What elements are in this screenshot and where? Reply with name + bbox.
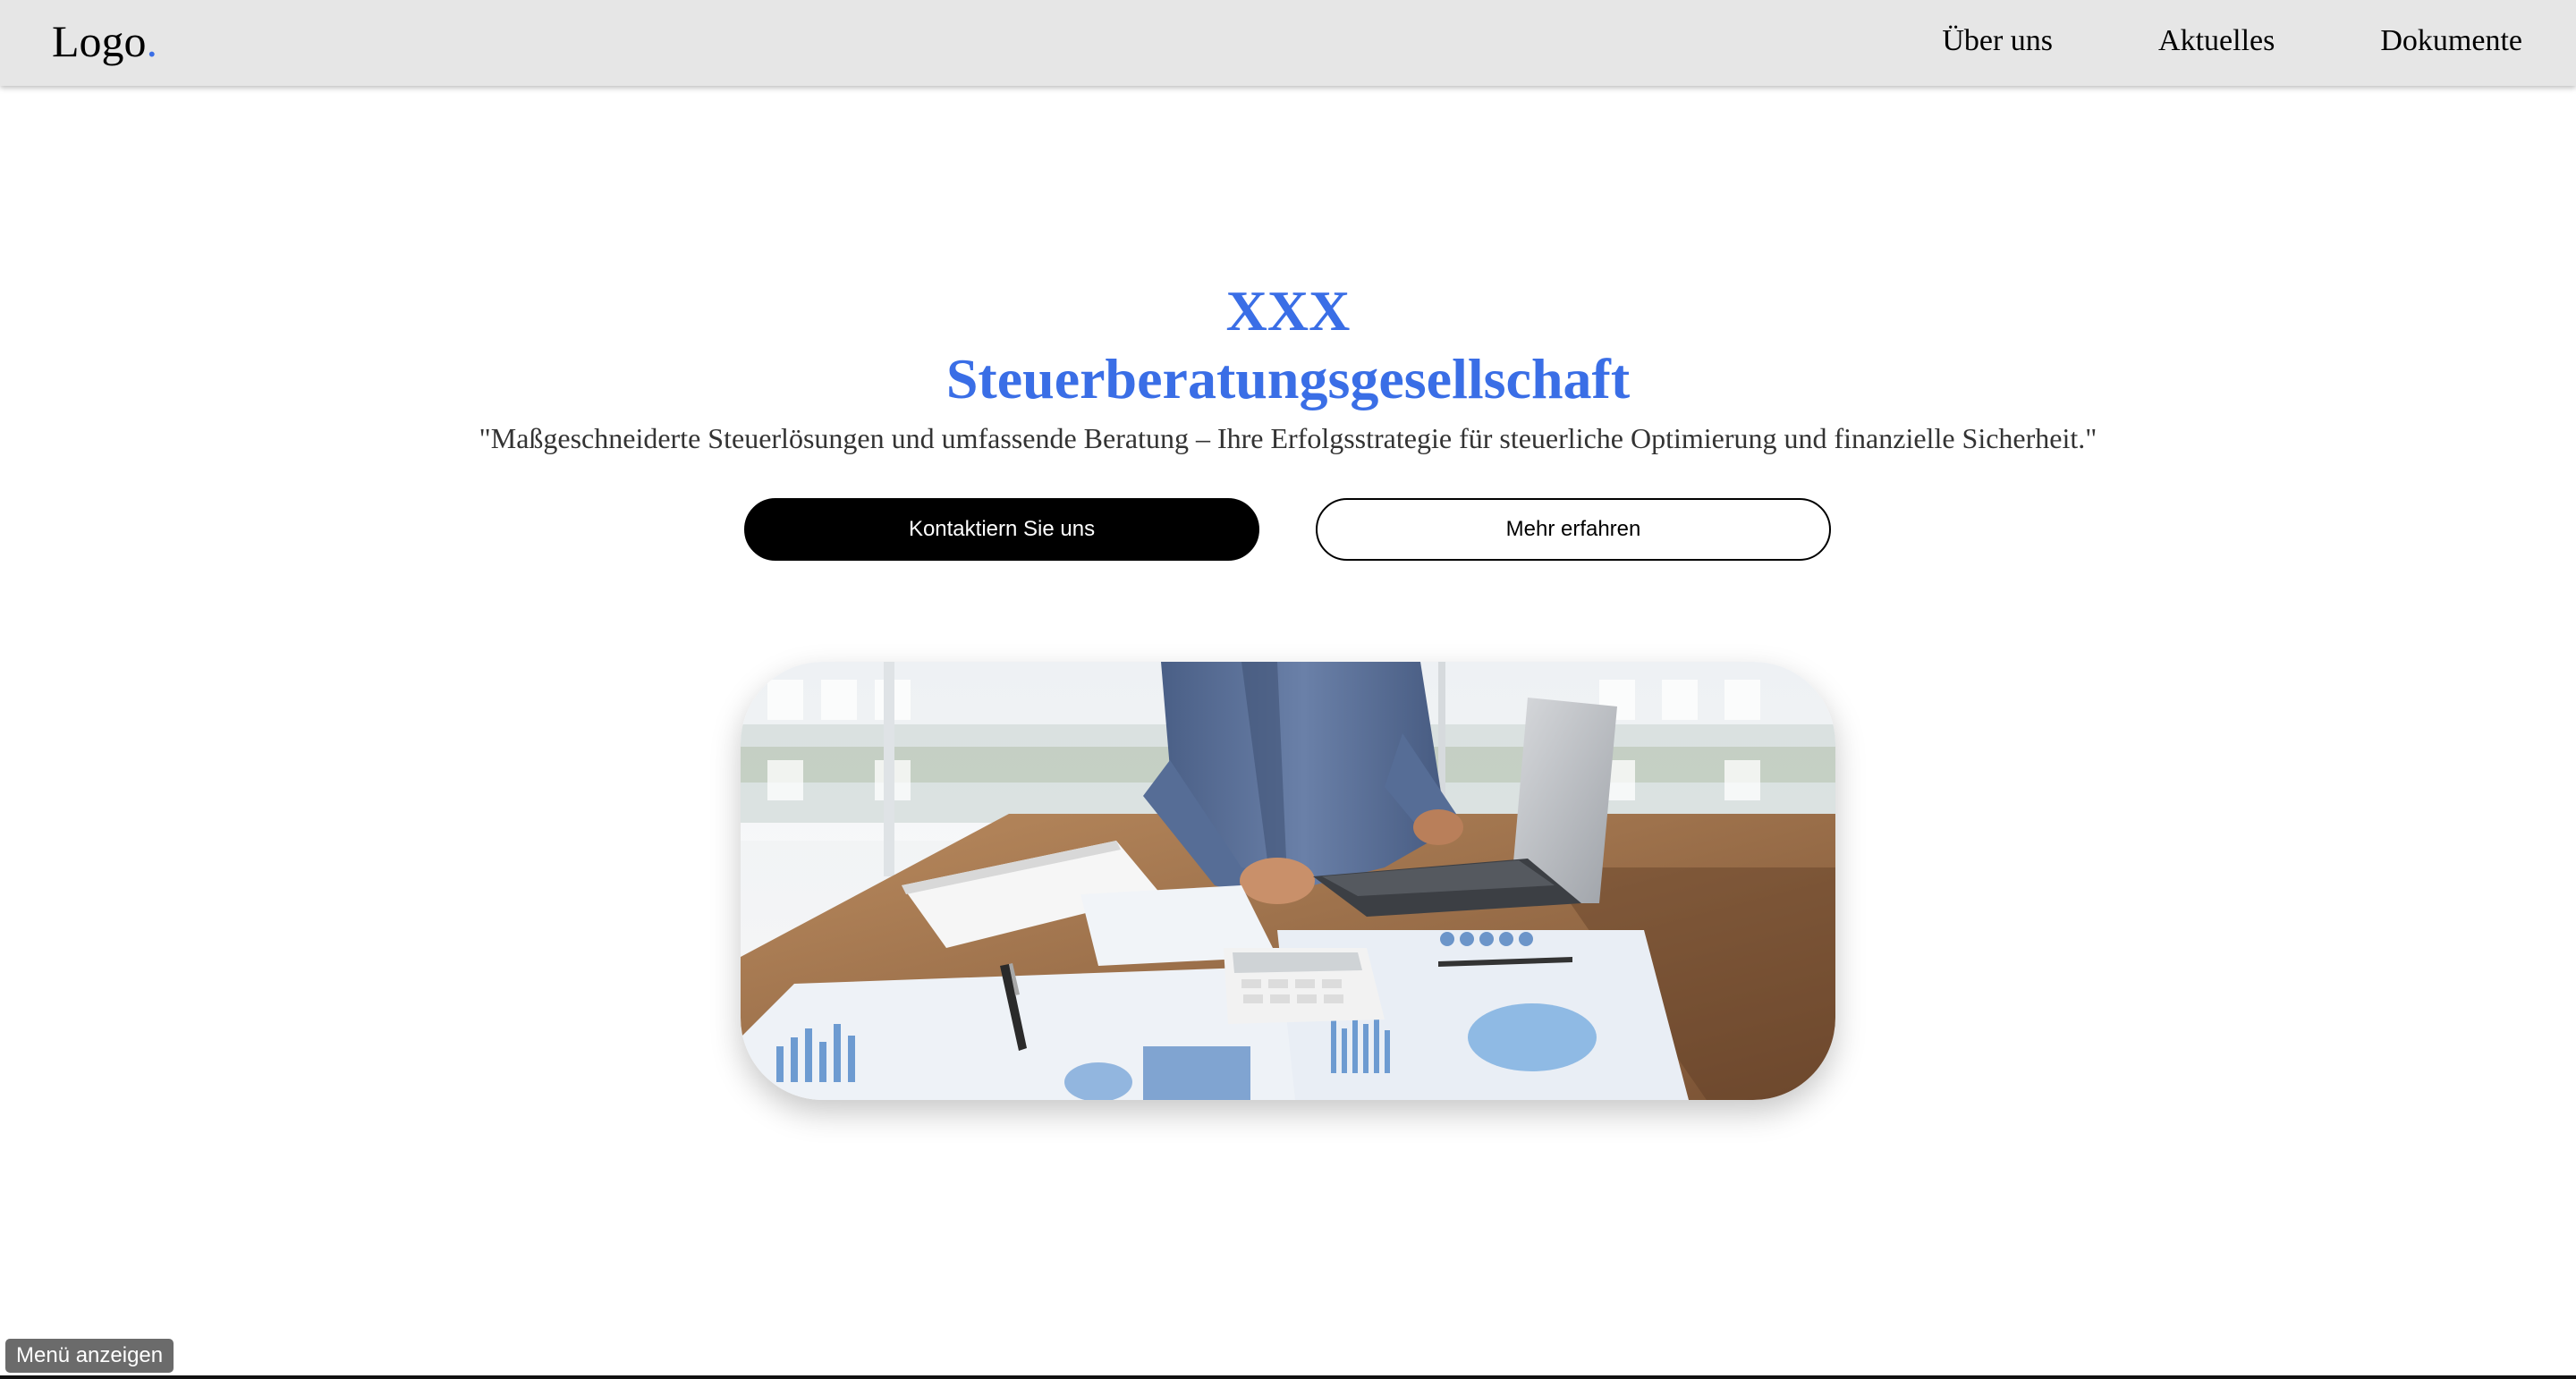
main-nav: Über uns Aktuelles Dokumente <box>1942 21 2522 61</box>
hero-title-line1: XXX <box>1225 279 1351 343</box>
hero-title-line2: Steuerberatungsgesellschaft <box>945 347 1631 410</box>
hero-subtitle: "Maßgeschneiderte Steuerlösungen und umf… <box>479 422 2097 454</box>
logo-text: Logo <box>52 16 147 66</box>
bottom-divider <box>0 1375 2576 1379</box>
contact-button[interactable]: Kontaktiern Sie uns <box>744 498 1259 561</box>
logo-dot: . <box>146 16 158 66</box>
learn-more-button[interactable]: Mehr erfahren <box>1316 498 1831 561</box>
hero-title: XXX Steuerberatungsgesellschaft <box>0 277 2576 413</box>
site-header: Logo. Über uns Aktuelles Dokumente <box>0 0 2576 86</box>
hero-image <box>741 662 1835 1100</box>
logo[interactable]: Logo. <box>52 13 157 70</box>
nav-link-ueber-uns[interactable]: Über uns <box>1942 21 2053 61</box>
menu-toggle-button[interactable]: Menü anzeigen <box>5 1339 174 1373</box>
nav-link-dokumente[interactable]: Dokumente <box>2380 21 2522 61</box>
nav-link-aktuelles[interactable]: Aktuelles <box>2158 21 2275 61</box>
